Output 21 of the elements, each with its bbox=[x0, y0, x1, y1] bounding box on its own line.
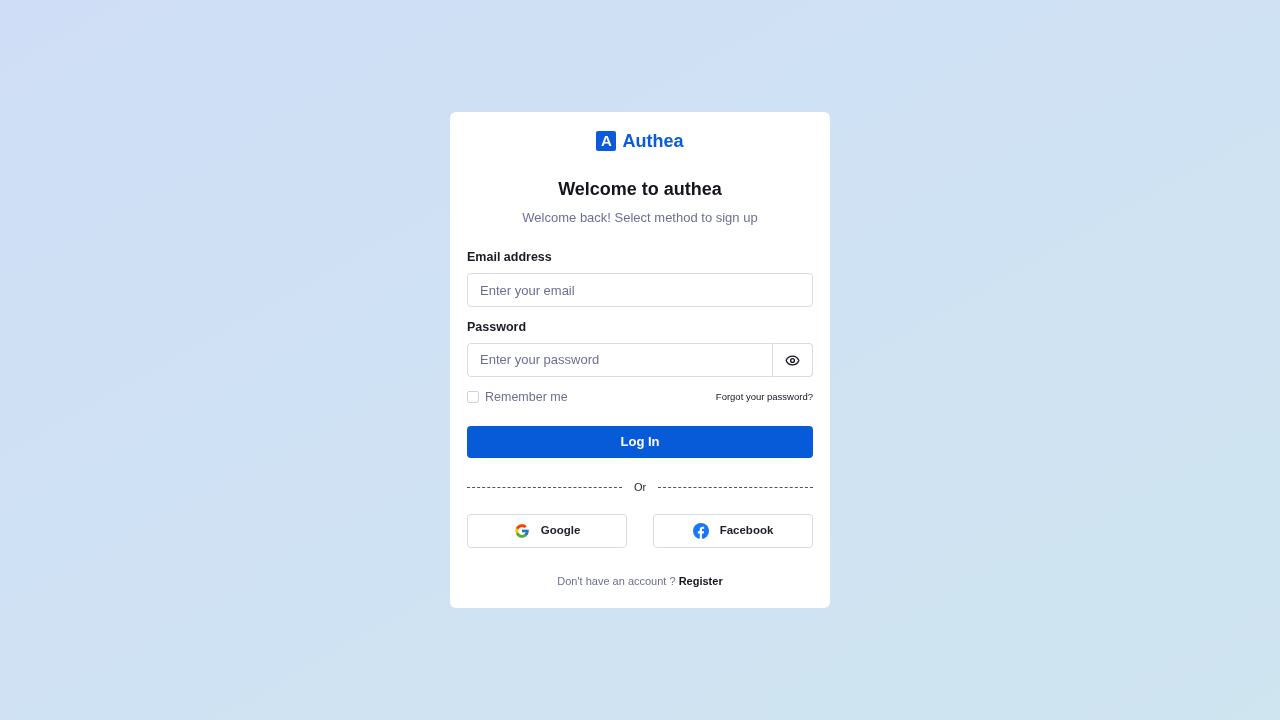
remember-label: Remember me bbox=[485, 389, 568, 405]
eye-icon bbox=[785, 352, 800, 368]
logo-text: Authea bbox=[622, 131, 684, 151]
social-login-button[interactable]: Google bbox=[467, 514, 627, 548]
logo-mark: A bbox=[596, 131, 617, 151]
login-button[interactable]: Log In bbox=[467, 426, 813, 458]
show-password-button[interactable] bbox=[773, 343, 813, 377]
email-field[interactable]: Enter your email bbox=[467, 273, 813, 307]
field-label: Password bbox=[467, 319, 528, 335]
remember-checkbox[interactable] bbox=[467, 391, 479, 403]
forgot-password-link[interactable]: Forgot your password? bbox=[715, 389, 813, 405]
facebook-f-icon bbox=[692, 523, 709, 539]
google-g-icon bbox=[513, 523, 530, 539]
field-label: Email address bbox=[467, 249, 553, 265]
page-heading: Welcome to authea bbox=[557, 179, 723, 199]
password-field[interactable]: Enter your password bbox=[467, 343, 773, 377]
divider-text: Or bbox=[633, 480, 647, 495]
page-subheading: Welcome back! Select method to sign up bbox=[521, 209, 759, 227]
register-link[interactable]: Register bbox=[678, 575, 723, 587]
social-login-button[interactable]: Facebook bbox=[653, 514, 813, 548]
register-prompt: Don't have an account ? Register bbox=[556, 574, 724, 589]
